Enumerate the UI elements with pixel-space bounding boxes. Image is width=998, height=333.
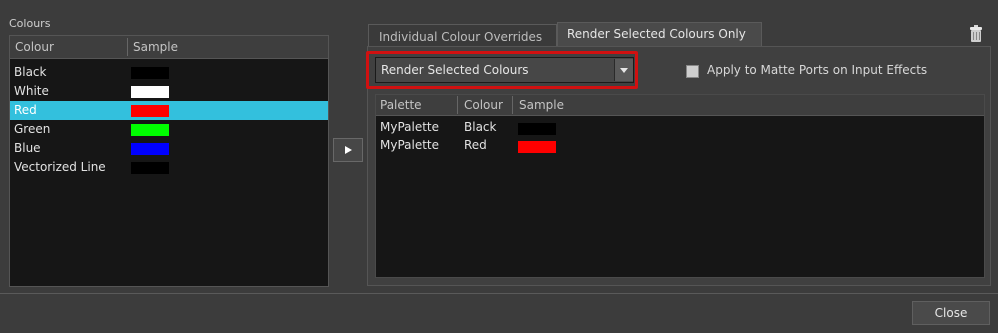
tab-render-selected-colours-only[interactable]: Render Selected Colours Only [557, 22, 762, 46]
colour-name: Green [14, 122, 51, 136]
selected-colour-row[interactable]: MyPalette Red [376, 137, 984, 155]
colour-swatch [131, 124, 169, 136]
colour-row[interactable]: Red [10, 101, 328, 120]
colour-row[interactable]: Green [10, 120, 328, 139]
footer-divider [0, 293, 998, 294]
colour-name: Blue [14, 141, 41, 155]
colour-name: Black [14, 65, 47, 79]
colour-row[interactable]: Vectorized Line [10, 158, 328, 177]
colour-swatch [131, 143, 169, 155]
apply-to-matte-ports-checkbox[interactable] [686, 65, 699, 78]
highlight-annotation [366, 51, 638, 89]
palette-name: MyPalette [380, 138, 440, 152]
selected-colours-list[interactable]: Palette Colour Sample MyPalette Black MyPa… [375, 94, 985, 278]
selected-colours-header: Palette Colour Sample [376, 95, 984, 116]
close-button[interactable]: Close [912, 301, 990, 325]
colour-swatch [131, 67, 169, 79]
colour-swatch [131, 105, 169, 117]
colour-swatch [131, 162, 169, 174]
colours-group-title: Colours [9, 17, 51, 30]
colour-swatch [131, 86, 169, 98]
column-header-sample[interactable]: Sample [133, 40, 178, 54]
column-header-colour[interactable]: Colour [464, 98, 503, 112]
colour-row[interactable]: White [10, 82, 328, 101]
palette-name: MyPalette [380, 120, 440, 134]
colour-name: Red [14, 103, 37, 117]
colour-row[interactable]: Black [10, 63, 328, 82]
right-arrow-icon [345, 146, 352, 154]
add-colour-button[interactable] [333, 138, 363, 162]
tab-individual-colour-overrides[interactable]: Individual Colour Overrides [368, 24, 557, 46]
apply-to-matte-ports-label: Apply to Matte Ports on Input Effects [707, 63, 928, 77]
colours-list-header: Colour Sample [10, 36, 328, 59]
column-header-sample[interactable]: Sample [519, 98, 564, 112]
colour-name: Black [464, 120, 497, 134]
colour-swatch [518, 123, 556, 135]
colour-row[interactable]: Blue [10, 139, 328, 158]
column-header-colour[interactable]: Colour [15, 40, 54, 54]
colour-name: Vectorized Line [14, 160, 106, 174]
column-header-palette[interactable]: Palette [380, 98, 422, 112]
colour-name: White [14, 84, 49, 98]
colours-list[interactable]: Colour Sample Black White Red Green Blue Vect… [9, 35, 329, 287]
trash-icon[interactable] [968, 25, 984, 43]
colour-name: Red [464, 138, 487, 152]
selected-colour-row[interactable]: MyPalette Black [376, 119, 984, 137]
colour-swatch [518, 141, 556, 153]
